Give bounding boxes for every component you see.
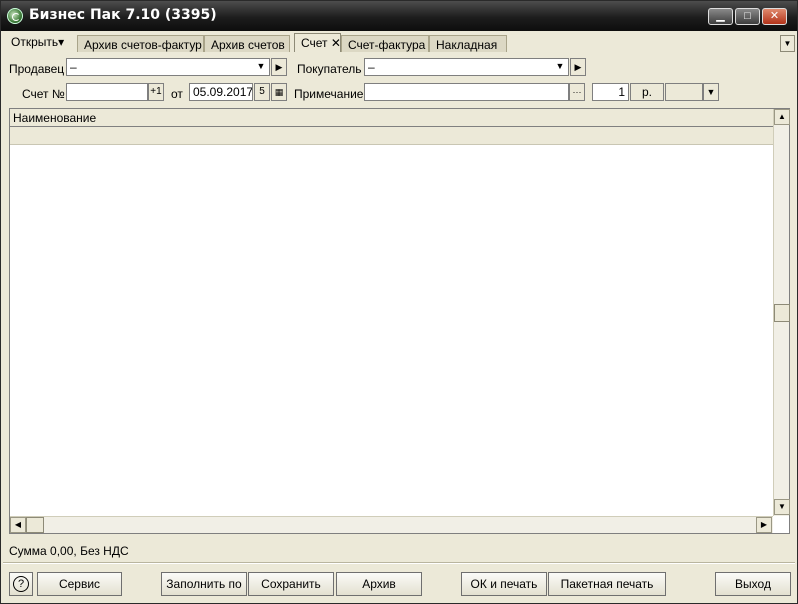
help-button[interactable]: ? bbox=[9, 572, 33, 596]
tab-list-dropdown-icon[interactable]: ▼ bbox=[780, 35, 795, 52]
open-menu-button[interactable]: Открыть▾ bbox=[11, 35, 64, 49]
scroll-up-icon[interactable]: ▲ bbox=[774, 109, 790, 125]
increment-number-button[interactable]: +1 bbox=[148, 83, 164, 101]
title-bar[interactable]: Бизнес Пак 7.10 (3395) ▁ □ ✕ bbox=[1, 1, 797, 31]
date-input[interactable]: 05.09.2017 bbox=[189, 83, 253, 101]
invoice-number-input[interactable] bbox=[66, 83, 148, 101]
tab-waybill[interactable]: Накладная bbox=[429, 35, 507, 52]
today-button[interactable]: 5 bbox=[254, 83, 270, 101]
tab-bill[interactable]: Счет ✕ bbox=[294, 33, 341, 52]
tab-bill-archive[interactable]: Архив счетов bbox=[204, 35, 290, 52]
vertical-scroll-thumb[interactable] bbox=[774, 304, 790, 322]
divider bbox=[3, 562, 795, 564]
exchange-rate-input[interactable]: 1 bbox=[592, 83, 629, 101]
app-logo-icon bbox=[7, 8, 23, 24]
column-header-name[interactable]: Наименование bbox=[10, 109, 773, 127]
calendar-icon[interactable]: ▦ bbox=[271, 83, 287, 101]
currency-select[interactable] bbox=[665, 83, 703, 101]
save-button[interactable]: Сохранить bbox=[248, 572, 334, 596]
note-input[interactable] bbox=[364, 83, 569, 101]
status-summary: Сумма 0,00, Без НДС bbox=[9, 544, 129, 558]
minimize-button[interactable]: ▁ bbox=[708, 8, 733, 25]
service-button[interactable]: Сервис bbox=[37, 572, 122, 596]
table-row[interactable] bbox=[10, 127, 773, 145]
tab-strip: Открыть▾ Архив счетов-фактур Архив счето… bbox=[3, 32, 797, 52]
scroll-down-icon[interactable]: ▼ bbox=[774, 499, 790, 515]
horizontal-scrollbar[interactable]: ◀ ▶ bbox=[10, 516, 773, 533]
tab-invoice[interactable]: Счет-фактура bbox=[341, 35, 429, 52]
items-table[interactable]: Наименование ▲ ▼ ◀ ▶ bbox=[9, 108, 790, 534]
maximize-button[interactable]: □ bbox=[735, 8, 760, 25]
buyer-open-icon[interactable]: ▶ bbox=[570, 58, 586, 76]
app-window: Бизнес Пак 7.10 (3395) ▁ □ ✕ Открыть▾ Ар… bbox=[0, 0, 798, 604]
scroll-left-icon[interactable]: ◀ bbox=[10, 517, 26, 533]
note-label: Примечание bbox=[294, 87, 364, 101]
seller-open-icon[interactable]: ▶ bbox=[271, 58, 287, 76]
help-icon: ? bbox=[13, 576, 29, 592]
archive-button[interactable]: Архив bbox=[336, 572, 422, 596]
seller-dropdown-icon[interactable]: ▼ bbox=[253, 58, 269, 76]
buyer-select[interactable]: – bbox=[364, 58, 569, 76]
batch-print-button[interactable]: Пакетная печать bbox=[548, 572, 666, 596]
tab-invoice-archive[interactable]: Архив счетов-фактур bbox=[77, 35, 204, 52]
seller-label: Продавец bbox=[9, 62, 65, 76]
note-ellipsis-button[interactable]: ··· bbox=[569, 83, 585, 101]
date-from-label: от bbox=[171, 87, 183, 101]
ok-print-button[interactable]: ОК и печать bbox=[461, 572, 547, 596]
scroll-right-icon[interactable]: ▶ bbox=[756, 517, 772, 533]
exit-button[interactable]: Выход bbox=[715, 572, 791, 596]
window-title: Бизнес Пак 7.10 (3395) bbox=[29, 7, 217, 23]
seller-select[interactable]: – bbox=[66, 58, 270, 76]
buyer-dropdown-icon[interactable]: ▼ bbox=[552, 58, 568, 76]
currency-dropdown-icon[interactable]: ▼ bbox=[703, 83, 719, 101]
close-button[interactable]: ✕ bbox=[762, 8, 787, 25]
fill-by-button[interactable]: Заполнить по bbox=[161, 572, 247, 596]
currency-label: р. bbox=[630, 83, 664, 101]
invoice-number-label: Счет № bbox=[22, 87, 65, 101]
buyer-label: Покупатель bbox=[297, 62, 362, 76]
horizontal-scroll-thumb[interactable] bbox=[26, 517, 44, 533]
vertical-scrollbar[interactable]: ▲ ▼ bbox=[773, 109, 790, 516]
